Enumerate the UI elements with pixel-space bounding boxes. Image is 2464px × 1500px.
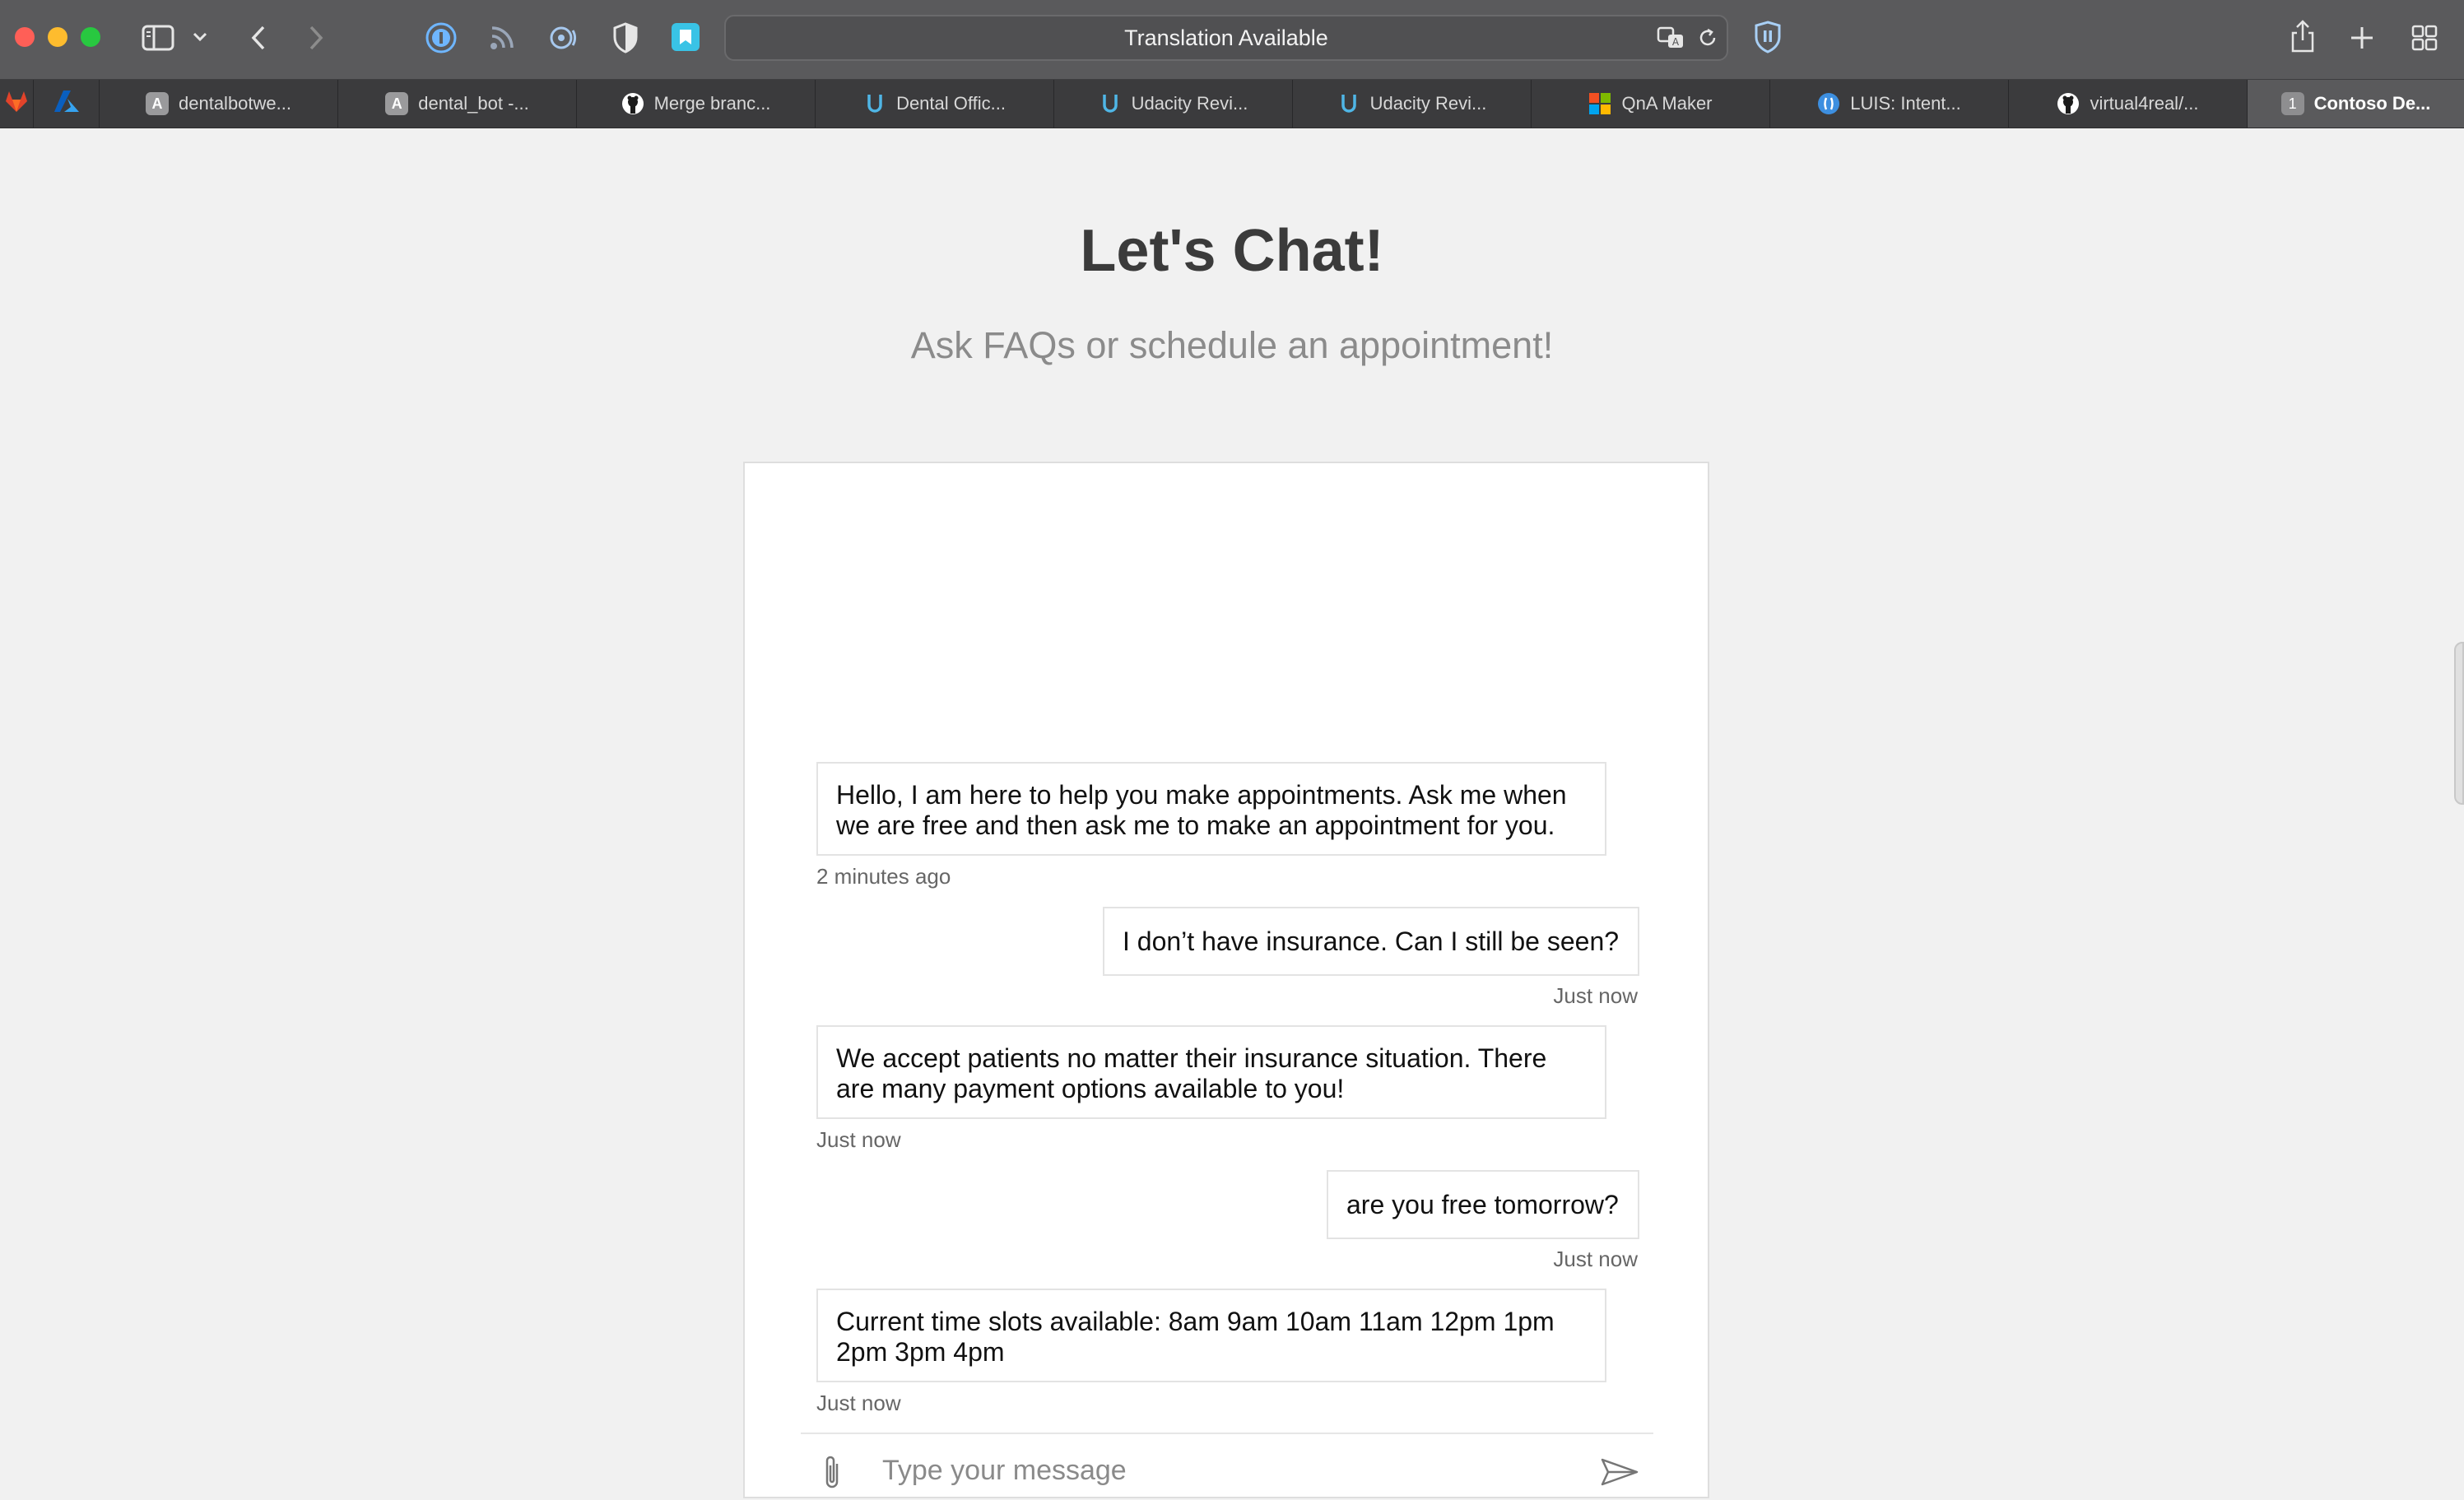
tab-virtual4real[interactable]: virtual4real/... <box>2008 80 2247 128</box>
share-icon[interactable] <box>2288 16 2318 56</box>
paperclip-icon[interactable] <box>817 1452 847 1492</box>
sidebar-toggle-icon[interactable] <box>140 21 176 54</box>
message-line: we are free and then ask me to make an a… <box>836 810 1555 840</box>
message-timestamp: 2 minutes ago <box>816 864 951 889</box>
window-minimize-button[interactable] <box>48 27 67 47</box>
page-title: Let's Chat! <box>1080 218 1384 284</box>
tab-dental-bot[interactable]: A dental_bot -... <box>337 80 576 128</box>
back-arrow-icon[interactable] <box>244 21 273 54</box>
rss-icon[interactable] <box>486 21 518 54</box>
message-timestamp: Just now <box>1553 1247 1638 1271</box>
pinned-tab-azure[interactable] <box>33 80 99 128</box>
message-line: Current time slots available: 8am 9am 10… <box>836 1307 1555 1336</box>
forward-arrow-icon[interactable] <box>301 21 331 54</box>
new-tab-plus-icon[interactable] <box>2347 21 2377 54</box>
message-text: I don’t have insurance. Can I still be s… <box>1123 926 1620 956</box>
tab-label: dentalbotwe... <box>179 93 291 114</box>
udacity-icon <box>1337 92 1360 115</box>
send-icon[interactable] <box>1599 1454 1640 1490</box>
github-icon <box>2057 92 2080 115</box>
chevron-down-icon[interactable] <box>191 28 209 46</box>
chat-panel: Hello, I am here to help you make appoin… <box>743 462 1709 1500</box>
tab-label: Udacity Revi... <box>1369 93 1487 114</box>
message-timestamp: Just now <box>816 1391 901 1415</box>
numbered-tab-icon: 1 <box>2280 92 2304 115</box>
message-timestamp: Just now <box>1553 983 1638 1008</box>
page-content: Let's Chat! Ask FAQs or schedule an appo… <box>0 128 2464 1500</box>
message-line: are many payment options available to yo… <box>836 1074 1345 1103</box>
github-icon <box>621 92 644 115</box>
azure-a-icon: A <box>385 92 409 115</box>
privacy-shield-icon[interactable] <box>609 20 642 56</box>
tab-label: LUIS: Intent... <box>1850 93 1961 114</box>
tab-label: Dental Offic... <box>896 93 1006 114</box>
bitwarden-shield-icon[interactable] <box>1751 18 1784 56</box>
message-timestamp: Just now <box>816 1127 901 1152</box>
message-line: Hello, I am here to help you make appoin… <box>836 780 1567 810</box>
tab-label: Udacity Revi... <box>1131 93 1248 114</box>
tab-label: Merge branc... <box>653 93 771 114</box>
message-input[interactable] <box>881 1441 1509 1500</box>
tab-merge-branch[interactable]: Merge branc... <box>576 80 815 128</box>
window-zoom-button[interactable] <box>81 27 100 47</box>
tab-udacity-review-1[interactable]: Udacity Revi... <box>1053 80 1292 128</box>
tab-overview-icon[interactable] <box>2410 23 2439 53</box>
extension-circle-icon[interactable] <box>543 20 579 56</box>
tab-qna-maker[interactable]: QnA Maker <box>1531 80 1769 128</box>
browser-toolbar: Translation Available A <box>0 0 2464 80</box>
bot-message: We accept patients no matter their insur… <box>816 1025 1606 1119</box>
message-text: are you free tomorrow? <box>1346 1190 1619 1219</box>
page-subtitle: Ask FAQs or schedule an appointment! <box>910 324 1554 366</box>
translate-icon[interactable]: A <box>1656 24 1687 52</box>
window-close-button[interactable] <box>15 27 35 47</box>
tab-label: virtual4real/... <box>2090 93 2199 114</box>
tab-dental-office[interactable]: Dental Offic... <box>815 80 1053 128</box>
message-line: We accept patients no matter their insur… <box>836 1043 1547 1073</box>
svg-text:A: A <box>1672 36 1680 48</box>
tab-bar: A dentalbotwe... A dental_bot -... Merge… <box>0 80 2464 128</box>
udacity-icon <box>863 92 886 115</box>
user-message: are you free tomorrow? <box>1327 1170 1639 1239</box>
azure-logo-icon <box>53 89 81 118</box>
scrollbar-handle[interactable] <box>2454 642 2464 805</box>
bot-message: Current time slots available: 8am 9am 10… <box>816 1289 1606 1382</box>
gitlab-icon <box>4 90 29 118</box>
tab-label: dental_bot -... <box>418 93 529 114</box>
tab-contoso-dental[interactable]: 1 Contoso De... <box>2247 80 2464 128</box>
microsoft-icon <box>1588 92 1611 115</box>
save-extension-icon[interactable] <box>668 20 703 54</box>
tab-label: QnA Maker <box>1621 93 1713 114</box>
luis-icon <box>1817 92 1840 115</box>
composer-divider <box>801 1433 1653 1434</box>
pinned-tab-gitlab[interactable] <box>0 80 33 128</box>
user-message: I don’t have insurance. Can I still be s… <box>1103 907 1639 976</box>
udacity-icon <box>1099 92 1122 115</box>
message-line: 2pm 3pm 4pm <box>836 1337 1005 1367</box>
tab-label: Contoso De... <box>2313 93 2431 114</box>
password-manager-icon[interactable] <box>423 20 459 56</box>
tab-luis-intent[interactable]: LUIS: Intent... <box>1769 80 2008 128</box>
tab-dentalbotwe[interactable]: A dentalbotwe... <box>99 80 337 128</box>
address-bar-text: Translation Available <box>1124 26 1328 50</box>
reload-icon[interactable] <box>1695 26 1720 50</box>
tab-udacity-review-2[interactable]: Udacity Revi... <box>1292 80 1531 128</box>
bot-message: Hello, I am here to help you make appoin… <box>816 762 1606 856</box>
address-bar[interactable]: Translation Available A <box>724 15 1728 61</box>
azure-a-icon: A <box>146 92 169 115</box>
